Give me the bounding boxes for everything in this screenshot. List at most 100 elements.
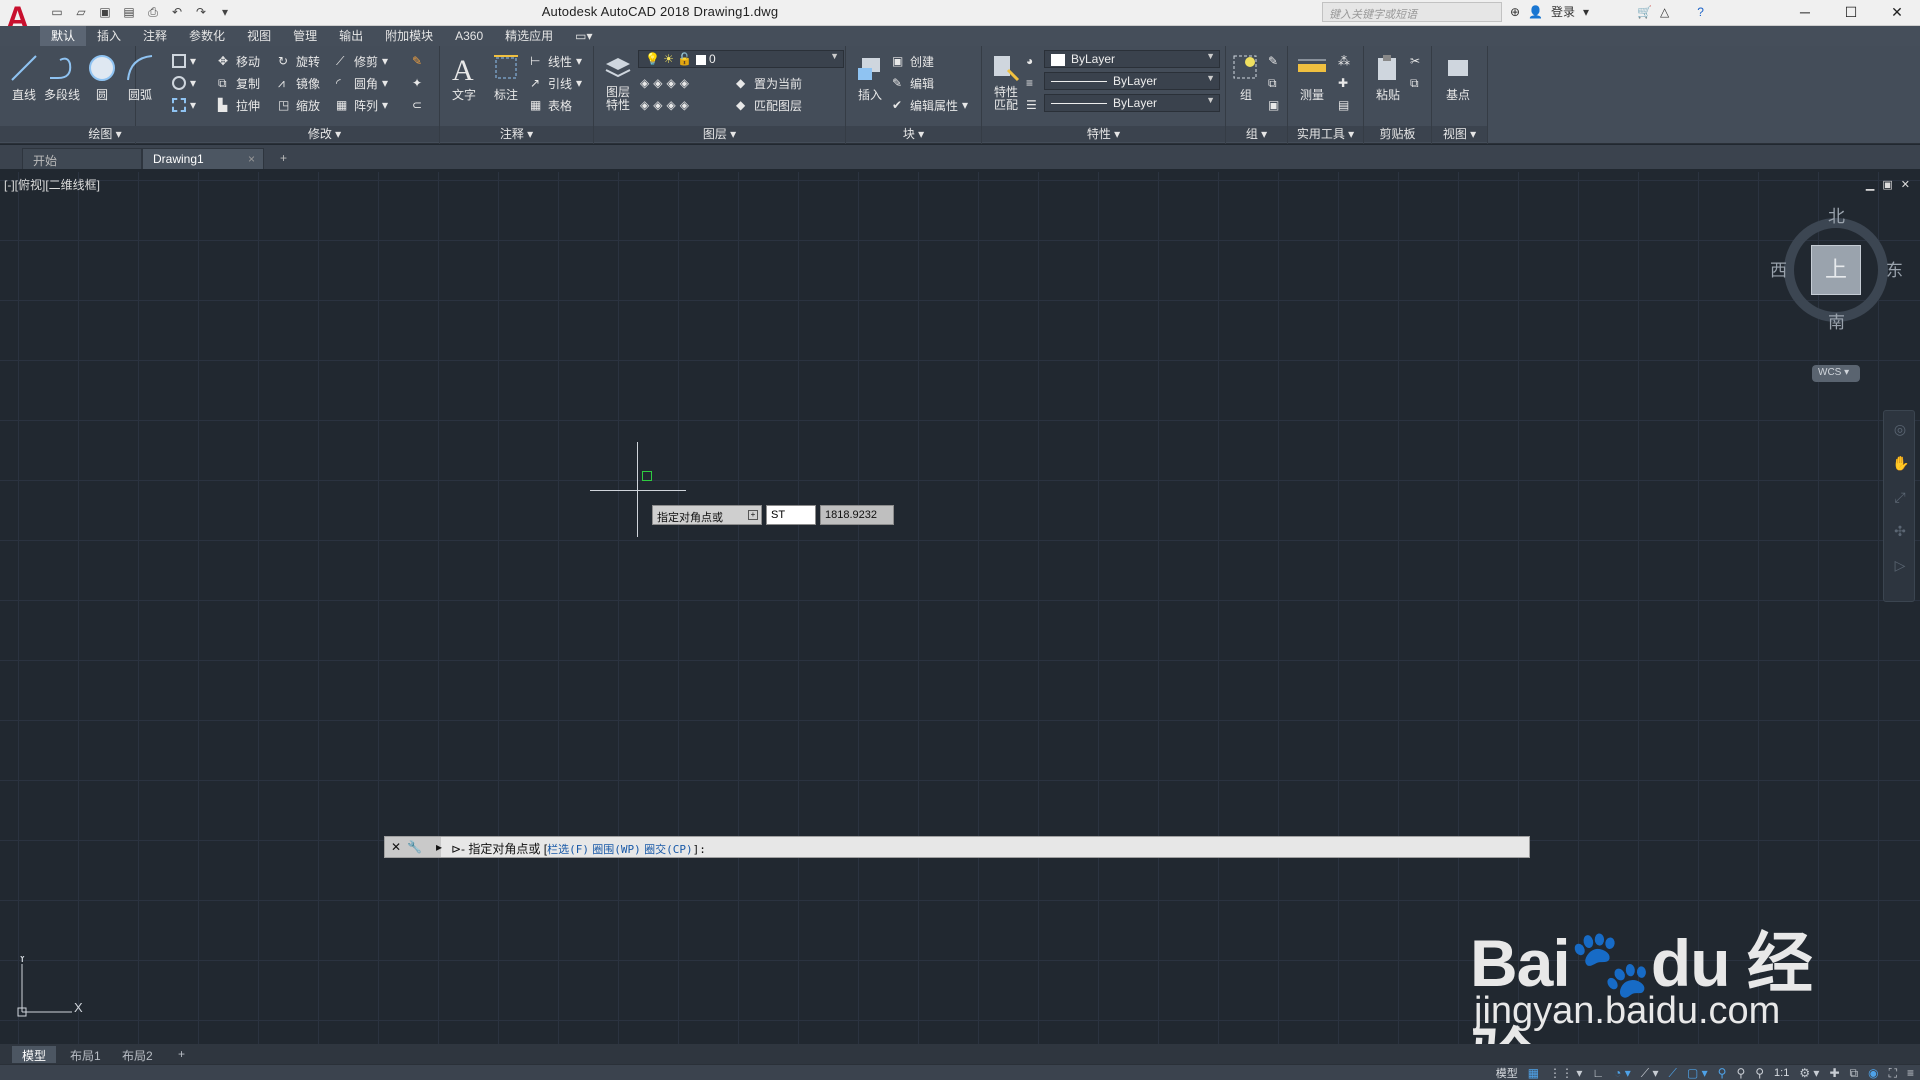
option-fence[interactable]: 栏选(F) bbox=[547, 843, 589, 856]
layer-dropdown[interactable]: 💡 ☀ 🔓 0 ▼ bbox=[638, 50, 844, 68]
dimension-button[interactable]: 标注 bbox=[484, 50, 528, 120]
cart-icon[interactable]: 🛒 bbox=[1637, 5, 1652, 19]
login-button[interactable]: 登录 bbox=[1551, 3, 1575, 20]
object-snap-icon[interactable]: ▢ ▾ bbox=[1687, 1066, 1708, 1080]
model-space-button[interactable]: 模型 bbox=[1496, 1065, 1518, 1080]
group-button[interactable]: 组 bbox=[1228, 50, 1264, 120]
match-properties-button[interactable]: 特性 匹配 bbox=[984, 50, 1028, 120]
user-icon[interactable]: 👤 bbox=[1528, 5, 1543, 19]
lineweight-icon[interactable]: ☰ bbox=[1026, 96, 1037, 114]
lineweight-dropdown[interactable]: ByLayer ▼ bbox=[1044, 94, 1220, 112]
close-tab-icon[interactable]: × bbox=[248, 152, 255, 166]
fullscreen-icon[interactable]: ⛶ bbox=[1889, 1066, 1897, 1080]
mirror-button[interactable]: ⩘ 镜像 bbox=[278, 74, 320, 92]
rectangle-tool[interactable]: ▾ bbox=[172, 52, 196, 70]
group-edit-icon[interactable]: ⧉ bbox=[1268, 74, 1277, 92]
color-dropdown[interactable]: ByLayer ▼ bbox=[1044, 50, 1220, 68]
tab-insert[interactable]: 插入 bbox=[86, 26, 132, 46]
help-icon[interactable]: ? bbox=[1697, 5, 1704, 19]
explode-button[interactable]: ✦ bbox=[412, 74, 426, 92]
match-layer-button[interactable]: ◆ 匹配图层 bbox=[736, 96, 802, 114]
viewport-controls-label[interactable]: [-][俯视][二维线框] bbox=[4, 176, 100, 193]
dynamic-input-field[interactable]: ST bbox=[766, 505, 816, 525]
point-icon[interactable]: ✚ bbox=[1338, 74, 1348, 92]
copy-clip-icon[interactable]: ⧉ bbox=[1410, 74, 1419, 92]
copy-button[interactable]: ⧉ 复制 bbox=[218, 74, 260, 92]
grid-icon[interactable]: ▦ bbox=[1528, 1066, 1539, 1080]
showmotion-icon[interactable]: ▷ bbox=[1892, 557, 1908, 573]
snap-icon[interactable]: ⋮⋮ ▾ bbox=[1549, 1066, 1582, 1080]
offset-button[interactable]: ⊂ bbox=[412, 96, 426, 114]
close-command-icon[interactable]: ✕ bbox=[391, 840, 401, 854]
layer-tools-row2[interactable]: ◈ ◈ ◈ ◈ bbox=[640, 96, 689, 114]
polyline-button[interactable]: 多段线 bbox=[40, 50, 84, 120]
option-wpolygon[interactable]: 圈围(WP) bbox=[592, 843, 641, 856]
array-button[interactable]: ▦ 阵列 ▾ bbox=[336, 96, 388, 114]
binoculars-icon[interactable]: ⊕ bbox=[1510, 5, 1520, 19]
units-icon[interactable]: ⧉ bbox=[1850, 1066, 1859, 1080]
tab-view[interactable]: 视图 bbox=[236, 26, 282, 46]
tab-a360[interactable]: A360 bbox=[444, 26, 494, 46]
block-panel-title[interactable]: 块 ▾ bbox=[846, 126, 981, 142]
new-tab-button[interactable]: + bbox=[272, 148, 298, 169]
draw-panel-title[interactable]: 绘图 ▾ bbox=[0, 126, 210, 142]
wcs-menu-button[interactable]: WCS ▾ bbox=[1812, 365, 1860, 382]
polar-icon[interactable]: ◔ ▾ bbox=[1614, 1066, 1631, 1080]
tab-default[interactable]: 默认 bbox=[40, 26, 87, 46]
command-line[interactable]: ✕ 🔧 ▸ ⊳- 指定对角点或 [栏选(F) 圈围(WP) 圈交(CP)]: bbox=[384, 836, 1530, 858]
stretch-button[interactable]: ▙ 拉伸 bbox=[218, 96, 260, 114]
tab-featured-apps[interactable]: 精选应用 bbox=[494, 26, 564, 46]
viewcube-top-face[interactable]: 上 bbox=[1811, 245, 1861, 295]
region-tool[interactable]: ▾ bbox=[172, 96, 196, 114]
tab-output[interactable]: 输出 bbox=[328, 26, 374, 46]
ungroup-icon[interactable]: ✎ bbox=[1268, 52, 1278, 70]
option-cpolygon[interactable]: 圈交(CP) bbox=[644, 843, 693, 856]
annotation-scale-value[interactable]: 1:1 bbox=[1774, 1067, 1789, 1079]
set-current-button[interactable]: ◆ 置为当前 bbox=[736, 74, 802, 92]
auto-scale-icon[interactable]: ⚲ bbox=[1736, 1066, 1745, 1080]
drawing-canvas[interactable]: [-][俯视][二维线框] ▁ ▣ ✕ 指定对角点或 + ST 1818.923… bbox=[0, 172, 1920, 1044]
ribbon-toggle-icon[interactable]: ▭▾ bbox=[564, 26, 603, 46]
viewport-close-icon[interactable]: ✕ bbox=[1901, 178, 1910, 191]
quick-select-icon[interactable]: ⁂ bbox=[1338, 52, 1350, 70]
isolate-objects-icon[interactable]: ◉ bbox=[1868, 1066, 1878, 1080]
trim-button[interactable]: ⟋ 修剪 ▾ bbox=[336, 52, 388, 70]
workspace-gear-icon[interactable]: ⚙ ▾ bbox=[1799, 1066, 1819, 1080]
minimize-button[interactable]: ─ bbox=[1782, 0, 1828, 24]
linear-button[interactable]: ⊢ 线性 ▾ bbox=[530, 52, 582, 70]
hatch-tool[interactable]: ▾ bbox=[172, 74, 196, 92]
steering-wheel-icon[interactable]: ◎ bbox=[1892, 421, 1908, 437]
color-wheel-icon[interactable]: ◕ bbox=[1026, 52, 1033, 70]
add-layout-button[interactable]: + bbox=[168, 1046, 195, 1063]
base-view-button[interactable]: 基点 bbox=[1436, 50, 1480, 120]
erase-button[interactable]: ✎ bbox=[412, 52, 426, 70]
zoom-extents-icon[interactable]: ⤢ bbox=[1892, 489, 1908, 505]
annotation-scale-icon[interactable]: ⚲ bbox=[1755, 1066, 1764, 1080]
search-input[interactable]: 键入关键字或短语 bbox=[1322, 2, 1502, 22]
edit-block-button[interactable]: ✎ 编辑 bbox=[892, 74, 934, 92]
text-button[interactable]: A 文字 bbox=[442, 50, 486, 120]
annotation-monitor-icon[interactable]: ✚ bbox=[1829, 1066, 1839, 1080]
tab-start[interactable]: 开始 bbox=[22, 148, 142, 169]
object-snap-tracking-icon[interactable]: ⟋ bbox=[1669, 1066, 1677, 1080]
tab-manage[interactable]: 管理 bbox=[282, 26, 328, 46]
customization-menu-icon[interactable]: ≡ bbox=[1907, 1066, 1914, 1080]
tab-model[interactable]: 模型 bbox=[12, 1046, 57, 1063]
leader-button[interactable]: ↗ 引线 ▾ bbox=[530, 74, 582, 92]
clipboard-panel-title[interactable]: 剪贴板 bbox=[1364, 126, 1431, 142]
compass-south[interactable]: 南 bbox=[1828, 308, 1845, 333]
tab-drawing1[interactable]: Drawing1 × bbox=[142, 148, 264, 169]
table-button[interactable]: ▦ 表格 bbox=[530, 96, 572, 114]
group-select-icon[interactable]: ▣ bbox=[1268, 96, 1279, 114]
create-block-button[interactable]: ▣ 创建 bbox=[892, 52, 934, 70]
view-panel-title[interactable]: 视图 ▾ bbox=[1432, 126, 1487, 142]
tab-addins[interactable]: 附加模块 bbox=[374, 26, 444, 46]
paste-button[interactable]: 粘贴 bbox=[1366, 50, 1410, 120]
linetype-dropdown[interactable]: ByLayer ▼ bbox=[1044, 72, 1220, 90]
chevron-down-icon[interactable]: ▾ bbox=[1583, 5, 1589, 19]
compass-east[interactable]: 东 bbox=[1886, 256, 1903, 281]
viewcube[interactable]: 上 北 南 东 西 bbox=[1770, 207, 1903, 338]
layer-properties-button[interactable]: 图层 特性 bbox=[596, 50, 640, 120]
fillet-button[interactable]: ◜ 圆角 ▾ bbox=[336, 74, 388, 92]
cut-icon[interactable]: ✂ bbox=[1410, 52, 1420, 70]
